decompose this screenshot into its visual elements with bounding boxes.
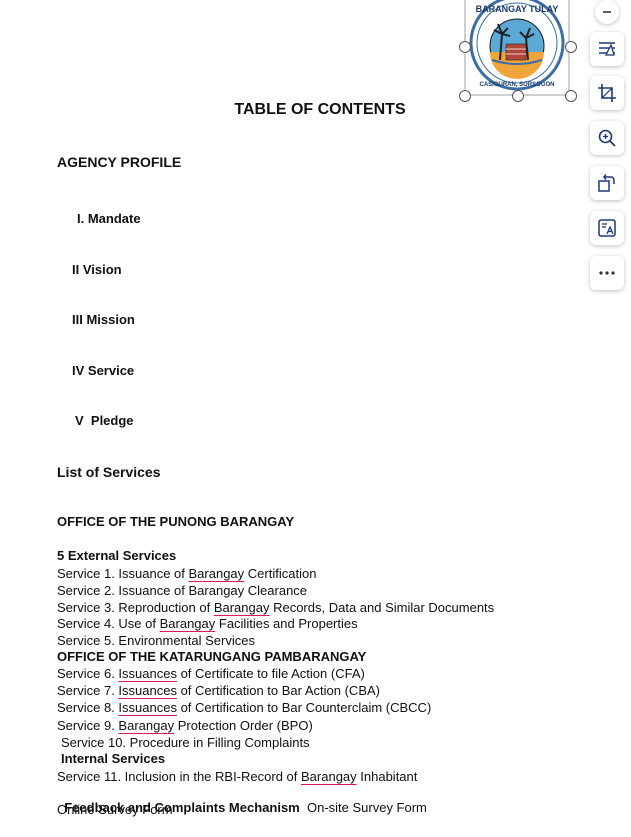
service-11-text: Service 11. Inclusion in the RBI-Record … bbox=[57, 769, 301, 784]
service-8-word: Issuances bbox=[118, 700, 177, 715]
office-punong-heading: OFFICE OF THE PUNONG BARANGAY bbox=[57, 514, 295, 529]
service-11-word: Barangay bbox=[301, 769, 357, 784]
zoom-in-icon bbox=[598, 129, 616, 147]
service-3-line: Service 3. Reproduction of Barangay Reco… bbox=[57, 600, 494, 615]
service-9-text: Service 9. bbox=[57, 718, 119, 733]
service-9-word: Barangay bbox=[118, 718, 175, 733]
resize-handle-left[interactable] bbox=[459, 41, 471, 53]
service-4-text: Service 4. Use of bbox=[57, 616, 160, 631]
barangay-seal-image: BARANGAY TULAY CASIGURAN, SORSOGON bbox=[464, 0, 570, 96]
service-9-line: Service 9. Barangay Protection Order (BP… bbox=[57, 718, 313, 733]
service-11-rest: Inhabitant bbox=[356, 769, 418, 784]
more-options-button[interactable] bbox=[590, 256, 624, 290]
service-6-rest: of Certificate to file Action (CFA) bbox=[176, 666, 365, 681]
logo-top-text: BARANGAY TULAY bbox=[476, 4, 559, 14]
online-survey-line: Online Survey Form bbox=[57, 802, 173, 817]
service-1-rest: Certification bbox=[244, 566, 317, 581]
layout-icon bbox=[599, 42, 615, 56]
service-9-rest: Protection Order (BPO) bbox=[174, 718, 313, 733]
service-10-line: Service 10. Procedure in Filling Complai… bbox=[61, 735, 310, 750]
service-4-rest: Facilities and Properties bbox=[215, 616, 358, 631]
service-8-rest: of Certification to Bar Counterclaim (CB… bbox=[176, 700, 432, 715]
toc-item-mandate: I. Mandate bbox=[77, 211, 141, 226]
service-11-line: Service 11. Inclusion in the RBI-Record … bbox=[57, 769, 417, 784]
translate-button[interactable] bbox=[590, 211, 624, 245]
agency-profile-heading: AGENCY PROFILE bbox=[57, 154, 182, 170]
collapse-toolbar-button[interactable] bbox=[595, 0, 619, 24]
rotate-icon bbox=[598, 174, 615, 192]
service-2-line: Service 2. Issuance of Barangay Clearanc… bbox=[57, 583, 308, 598]
toc-item-pledge: V Pledge bbox=[75, 413, 134, 428]
service-3-word: Barangay bbox=[213, 600, 270, 615]
more-icon bbox=[599, 271, 615, 275]
service-8-text: Service 8. bbox=[57, 700, 119, 715]
service-1-line: Service 1. Issuance of Barangay Certific… bbox=[57, 566, 316, 581]
service-3-rest: Records, Data and Similar Documents bbox=[269, 600, 495, 615]
rotate-button[interactable] bbox=[590, 166, 624, 200]
resize-handle-right[interactable] bbox=[565, 41, 577, 53]
minus-icon bbox=[603, 11, 611, 13]
toc-item-vision: II Vision bbox=[72, 262, 122, 277]
service-7-text: Service 7. bbox=[57, 683, 119, 698]
internal-services-heading: Internal Services bbox=[61, 751, 166, 766]
office-katarungang-heading: OFFICE OF THE KATARUNGANG PAMBARANGAY bbox=[57, 649, 367, 664]
service-6-word: Issuances bbox=[118, 666, 177, 681]
barangay-logo[interactable]: BARANGAY TULAY CASIGURAN, SORSOGON bbox=[459, 0, 577, 102]
service-4-word: Barangay bbox=[159, 616, 216, 631]
onsite-survey-text: On-site Survey Form bbox=[299, 800, 427, 815]
service-4-line: Service 4. Use of Barangay Facilities an… bbox=[57, 616, 358, 631]
toc-item-mission: III Mission bbox=[72, 312, 135, 327]
service-8-line: Service 8. Issuances of Certification to… bbox=[57, 700, 431, 715]
service-7-line: Service 7. Issuances of Certification to… bbox=[57, 683, 380, 698]
service-6-line: Service 6. Issuances of Certificate to f… bbox=[57, 666, 365, 681]
crop-icon bbox=[598, 84, 616, 102]
service-6-text: Service 6. bbox=[57, 666, 119, 681]
external-services-heading: 5 External Services bbox=[57, 548, 177, 563]
zoom-in-button[interactable] bbox=[590, 121, 624, 155]
document-title: TABLE OF CONTENTS bbox=[234, 101, 406, 118]
list-of-services-heading: List of Services bbox=[57, 464, 161, 480]
service-7-word: Issuances bbox=[118, 683, 177, 698]
layout-options-button[interactable] bbox=[590, 32, 624, 66]
service-1-word: Barangay bbox=[188, 566, 245, 581]
service-3-text: Service 3. Reproduction of bbox=[57, 600, 214, 615]
service-7-rest: of Certification to Bar Action (CBA) bbox=[176, 683, 380, 698]
toc-item-service: IV Service bbox=[72, 363, 135, 378]
translate-icon bbox=[598, 219, 616, 237]
service-5-line: Service 5. Environmental Services bbox=[57, 633, 255, 648]
service-1-text: Service 1. Issuance of bbox=[57, 566, 189, 581]
logo-bottom-text: CASIGURAN, SORSOGON bbox=[479, 82, 554, 88]
